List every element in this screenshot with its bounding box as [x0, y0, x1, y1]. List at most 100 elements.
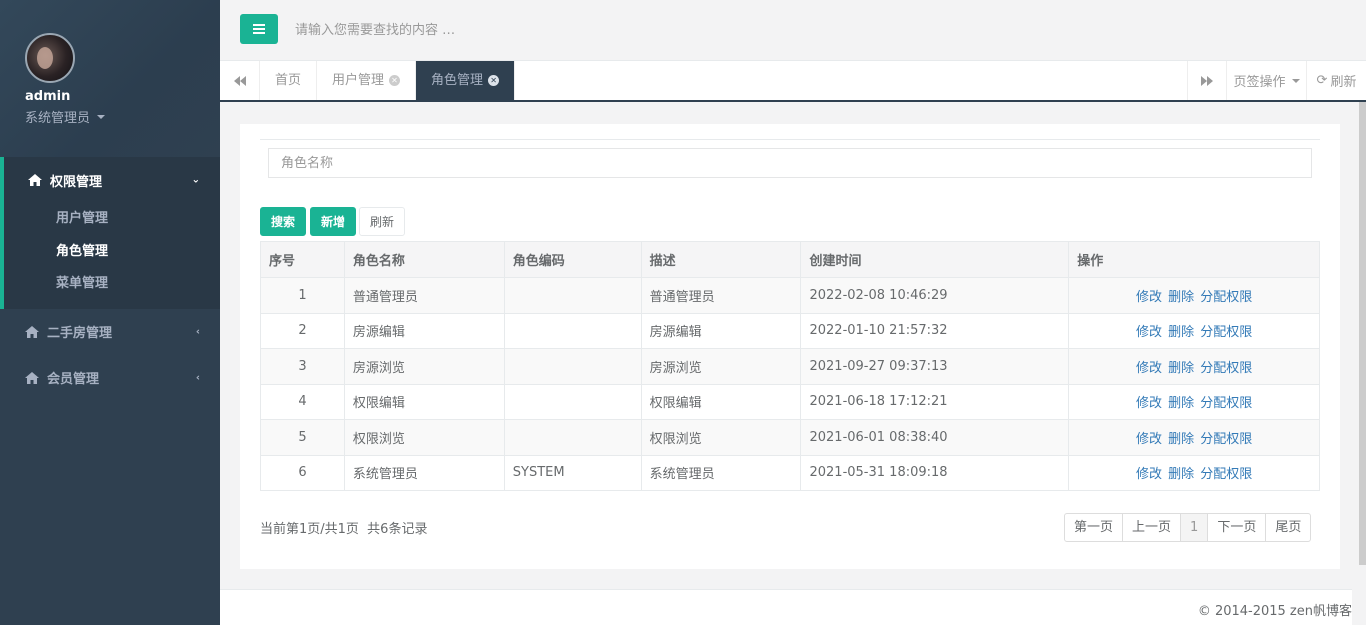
table-row: 5 权限浏览 权限浏览 2021-06-01 08:38:40 修改 删除 分配…: [260, 419, 1320, 456]
tab-role-management[interactable]: 角色管理 ✕: [416, 61, 516, 100]
search-button[interactable]: 搜索: [260, 207, 306, 236]
edit-link[interactable]: 修改: [1136, 325, 1162, 340]
last-page-button[interactable]: 尾页: [1265, 513, 1312, 542]
row-number: 4: [260, 383, 345, 420]
refresh-button[interactable]: 刷新: [359, 207, 405, 236]
role-code: [503, 348, 642, 385]
table-row: 2 房源编辑 房源编辑 2022-01-10 21:57:32 修改 删除 分配…: [260, 312, 1320, 349]
page-tabs-bar: 首页 用户管理 ✕ 角色管理 ✕ 页签操作 ⟳ 刷新: [220, 61, 1366, 102]
tabs-scroll-left-button[interactable]: [220, 61, 260, 100]
close-icon[interactable]: ✕: [488, 75, 500, 86]
delete-link[interactable]: 删除: [1168, 467, 1194, 482]
divider: [260, 139, 1320, 140]
current-page[interactable]: 1: [1180, 513, 1209, 542]
nav-label: 二手房管理: [47, 326, 113, 341]
row-actions: 修改 删除 分配权限: [1068, 383, 1320, 420]
nav-label: 权限管理: [50, 174, 103, 190]
assign-permissions-link[interactable]: 分配权限: [1200, 361, 1252, 376]
tab-label: 首页: [275, 73, 302, 88]
role-name: 权限浏览: [343, 419, 505, 456]
table-row: 3 房源浏览 房源浏览 2021-09-27 09:37:13 修改 删除 分配…: [260, 348, 1320, 385]
created-time: 2022-01-10 21:57:32: [800, 312, 1070, 349]
delete-link[interactable]: 删除: [1168, 361, 1194, 376]
close-icon[interactable]: ✕: [389, 75, 401, 86]
column-header: 描述: [640, 241, 802, 278]
backward-icon: [233, 75, 246, 86]
assign-permissions-link[interactable]: 分配权限: [1200, 467, 1252, 482]
sidebar-item-role-management[interactable]: 角色管理: [4, 236, 220, 269]
table-body: 1 普通管理员 普通管理员 2022-02-08 10:46:29 修改 删除 …: [260, 277, 1320, 491]
nav-member-management[interactable]: 会员管理 ‹: [0, 355, 220, 401]
table-row: 4 权限编辑 权限编辑 2021-06-18 17:12:21 修改 删除 分配…: [260, 383, 1320, 420]
menu-toggle-button[interactable]: [240, 14, 278, 44]
delete-link[interactable]: 删除: [1168, 432, 1194, 447]
scrollbar[interactable]: [1359, 102, 1366, 565]
tabs-scroll-right-button[interactable]: [1187, 61, 1227, 100]
row-actions: 修改 删除 分配权限: [1068, 454, 1320, 491]
edit-link[interactable]: 修改: [1136, 432, 1162, 447]
tab-operations-dropdown[interactable]: 页签操作: [1227, 61, 1307, 100]
created-time: 2022-02-08 10:46:29: [800, 277, 1070, 314]
nav-permission-management[interactable]: 权限管理 ⌄: [4, 157, 220, 203]
home-icon: [25, 371, 39, 384]
chevron-left-icon: ‹: [195, 372, 200, 383]
role-code: [503, 277, 642, 314]
edit-link[interactable]: 修改: [1136, 290, 1162, 305]
assign-permissions-link[interactable]: 分配权限: [1200, 290, 1252, 305]
delete-link[interactable]: 删除: [1168, 290, 1194, 305]
tab-refresh-label: 刷新: [1330, 75, 1357, 90]
home-icon: [25, 325, 39, 338]
role-code: [503, 383, 642, 420]
hamburger-icon: [253, 24, 265, 34]
top-navbar: [220, 0, 1366, 61]
tab-home[interactable]: 首页: [260, 61, 318, 100]
role-description: 房源浏览: [640, 348, 802, 385]
nav-group-permission: 权限管理 ⌄ 用户管理 角色管理 菜单管理: [0, 157, 220, 309]
sidebar-item-user-management[interactable]: 用户管理: [4, 203, 220, 236]
caret-down-icon: [97, 114, 106, 119]
row-actions: 修改 删除 分配权限: [1068, 348, 1320, 385]
delete-link[interactable]: 删除: [1168, 396, 1194, 411]
pagination: 第一页 上一页 1 下一页 尾页: [1064, 513, 1312, 542]
edit-link[interactable]: 修改: [1136, 396, 1162, 411]
tab-user-management[interactable]: 用户管理 ✕: [317, 61, 417, 100]
role-code: [503, 419, 642, 456]
row-actions: 修改 删除 分配权限: [1068, 312, 1320, 349]
global-search-input[interactable]: [287, 14, 787, 46]
user-name: admin: [25, 89, 71, 104]
column-header: 创建时间: [800, 241, 1070, 278]
refresh-icon: ⟳: [1316, 73, 1328, 88]
role-code: [503, 312, 642, 349]
prev-page-button[interactable]: 上一页: [1122, 513, 1182, 542]
assign-permissions-link[interactable]: 分配权限: [1200, 325, 1252, 340]
role-name-input[interactable]: [268, 148, 1312, 178]
nav-second-hand-house[interactable]: 二手房管理 ‹: [0, 309, 220, 355]
row-actions: 修改 删除 分配权限: [1068, 419, 1320, 456]
tab-refresh-button[interactable]: ⟳ 刷新: [1307, 61, 1366, 100]
forward-icon: [1201, 75, 1213, 86]
delete-link[interactable]: 删除: [1168, 325, 1194, 340]
sidebar-item-menu-management[interactable]: 菜单管理: [4, 268, 220, 301]
avatar[interactable]: [25, 33, 75, 83]
user-role-dropdown[interactable]: 系统管理员: [25, 107, 220, 126]
column-header: 角色编码: [503, 241, 642, 278]
user-role-label: 系统管理员: [25, 111, 91, 126]
role-description: 房源编辑: [640, 312, 802, 349]
caret-down-icon: [1291, 78, 1300, 83]
add-button[interactable]: 新增: [310, 207, 356, 236]
edit-link[interactable]: 修改: [1136, 467, 1162, 482]
created-time: 2021-06-18 17:12:21: [800, 383, 1070, 420]
role-description: 普通管理员: [640, 277, 802, 314]
column-header: 序号: [260, 241, 345, 278]
first-page-button[interactable]: 第一页: [1064, 513, 1124, 542]
role-description: 权限浏览: [640, 419, 802, 456]
chevron-left-icon: ‹: [195, 326, 200, 337]
assign-permissions-link[interactable]: 分配权限: [1200, 432, 1252, 447]
edit-link[interactable]: 修改: [1136, 361, 1162, 376]
created-time: 2021-06-01 08:38:40: [800, 419, 1070, 456]
nav-label: 会员管理: [47, 372, 100, 387]
next-page-button[interactable]: 下一页: [1207, 513, 1267, 542]
assign-permissions-link[interactable]: 分配权限: [1200, 396, 1252, 411]
nav-group-member: 会员管理 ‹: [0, 355, 220, 401]
role-name: 房源编辑: [343, 312, 505, 349]
